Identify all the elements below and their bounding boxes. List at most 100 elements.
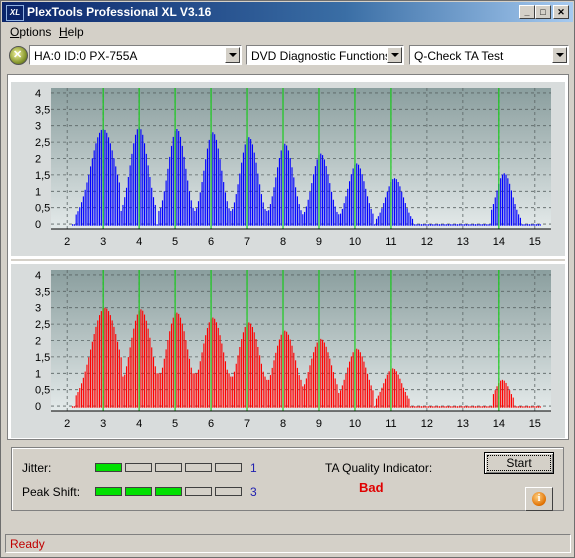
- data-bar: [388, 371, 390, 408]
- data-bar: [374, 406, 376, 408]
- data-bar: [232, 209, 234, 226]
- data-bar: [271, 196, 273, 226]
- window-title: PlexTools Professional XL V3.16: [27, 5, 212, 19]
- data-bar: [392, 179, 394, 226]
- function-select[interactable]: DVD Diagnostic Functions: [246, 45, 404, 65]
- title-bar[interactable]: XL PlexTools Professional XL V3.16 _ □ ✕: [2, 2, 573, 22]
- data-bar: [268, 379, 270, 408]
- device-select[interactable]: HA:0 ID:0 PX-755A: [29, 45, 242, 65]
- data-bar: [311, 183, 313, 226]
- data-bar: [492, 204, 495, 226]
- data-bar: [215, 139, 218, 226]
- data-bar: [483, 224, 486, 226]
- data-bar: [444, 224, 446, 226]
- y-tick-label: 1,5: [35, 170, 50, 182]
- data-bar: [251, 144, 253, 226]
- data-bar: [275, 177, 277, 226]
- data-bar: [386, 374, 388, 408]
- x-tick-label: 14: [493, 236, 505, 248]
- data-bar: [496, 190, 498, 226]
- data-bar: [242, 152, 245, 226]
- data-bar: [181, 145, 183, 226]
- start-button[interactable]: Start: [484, 452, 554, 474]
- data-bar: [100, 311, 102, 408]
- data-bar: [395, 371, 397, 408]
- data-bar: [381, 208, 383, 226]
- data-bar: [514, 406, 516, 408]
- data-bar: [383, 383, 385, 408]
- y-tick-label: 4: [35, 88, 41, 100]
- data-bar: [152, 357, 155, 408]
- data-bar: [260, 194, 262, 226]
- data-bar: [232, 376, 234, 408]
- data-bar: [361, 356, 363, 408]
- data-bar: [334, 206, 336, 226]
- info-icon: i: [532, 492, 546, 506]
- data-bar: [268, 210, 270, 226]
- data-bar: [320, 338, 322, 408]
- data-bar: [471, 406, 473, 408]
- data-bar: [521, 406, 523, 408]
- jitter-value: 1: [250, 461, 257, 475]
- menu-options[interactable]: Options: [10, 25, 51, 39]
- info-button[interactable]: i: [525, 487, 553, 511]
- data-bar: [521, 224, 523, 226]
- menu-help[interactable]: Help: [59, 25, 84, 39]
- data-bar: [203, 343, 205, 408]
- data-bar: [233, 371, 236, 408]
- data-bar: [525, 406, 527, 408]
- meter-segment: [95, 487, 122, 496]
- data-bar: [224, 192, 227, 226]
- data-bar: [341, 208, 343, 226]
- data-bar: [449, 406, 451, 408]
- data-bar: [420, 406, 423, 408]
- data-bar: [151, 347, 153, 408]
- data-bar: [340, 390, 342, 408]
- close-button[interactable]: ✕: [553, 5, 569, 19]
- data-bar: [97, 137, 99, 226]
- status-bar: Ready: [5, 534, 571, 553]
- chevron-down-icon[interactable]: [225, 47, 240, 63]
- data-bar: [314, 166, 316, 226]
- data-bar: [167, 340, 169, 408]
- data-bar: [214, 318, 216, 408]
- data-bar: [395, 179, 397, 226]
- data-bar: [88, 357, 90, 408]
- data-bar: [259, 184, 261, 226]
- data-bar: [73, 224, 75, 226]
- data-bar: [528, 224, 530, 226]
- chevron-down-icon[interactable]: [387, 47, 402, 63]
- data-bar: [250, 139, 252, 226]
- data-bar: [501, 379, 503, 408]
- minimize-button[interactable]: _: [519, 5, 535, 19]
- data-bar: [194, 210, 196, 226]
- data-bar: [278, 339, 280, 408]
- data-bar: [223, 182, 225, 226]
- data-bar: [196, 373, 198, 408]
- app-icon[interactable]: XL: [6, 5, 24, 21]
- x-tick-label: 11: [385, 236, 396, 248]
- data-bar: [411, 406, 414, 408]
- test-select[interactable]: Q-Check TA Test: [409, 45, 569, 65]
- data-bar: [375, 398, 378, 408]
- data-bar: [212, 132, 214, 226]
- data-bar: [115, 334, 117, 408]
- data-bar: [453, 224, 455, 226]
- data-bar: [359, 168, 361, 226]
- data-bar: [113, 326, 115, 408]
- data-bar: [215, 322, 218, 408]
- data-bar: [169, 331, 171, 408]
- y-tick-label: 2,5: [35, 137, 50, 149]
- data-bar: [257, 346, 259, 408]
- data-bar: [154, 366, 156, 408]
- data-bar: [289, 157, 291, 226]
- data-bar: [406, 395, 408, 408]
- data-bar: [422, 224, 424, 226]
- data-bar: [93, 150, 95, 226]
- data-bar: [235, 363, 237, 408]
- chevron-down-icon[interactable]: [552, 47, 567, 63]
- data-bar: [129, 347, 131, 408]
- data-bar: [241, 339, 243, 408]
- maximize-button[interactable]: □: [535, 5, 551, 19]
- data-bar: [269, 204, 271, 226]
